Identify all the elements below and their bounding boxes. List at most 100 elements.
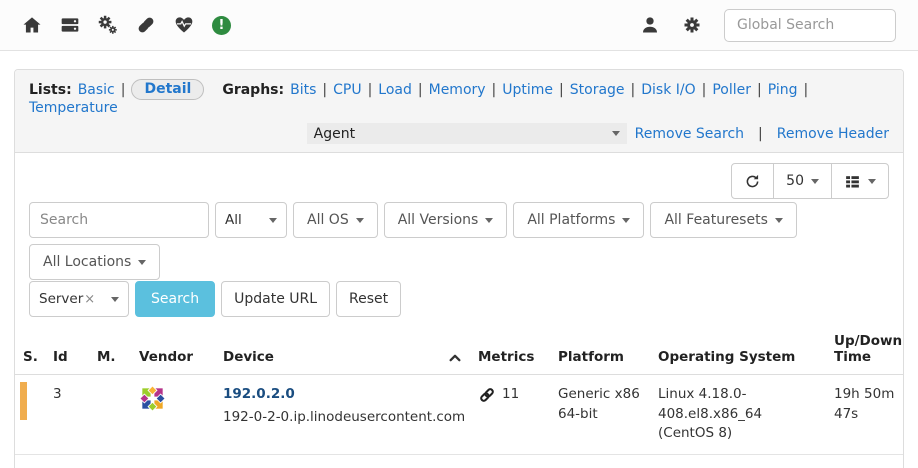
- col-updown[interactable]: Up/Down Time: [826, 329, 903, 375]
- page-size-value: 50: [786, 173, 804, 189]
- col-platform[interactable]: Platform: [550, 329, 650, 375]
- filter-all-featuresets-dropdown[interactable]: All Featuresets: [650, 202, 796, 238]
- filter-label: All Platforms: [527, 212, 615, 228]
- sort-ascending-icon: [448, 351, 462, 365]
- settings-gear-icon[interactable]: [682, 15, 702, 35]
- panel-header: Lists: Basic | Detail Graphs: Bits | CPU…: [15, 70, 903, 153]
- type-tag-label: Server: [39, 291, 83, 307]
- device-hostname: 192-0-2-0.ip.linodeusercontent.com: [223, 408, 462, 428]
- col-id[interactable]: Id: [45, 329, 89, 375]
- graph-link-bits[interactable]: Bits: [290, 82, 316, 98]
- chevron-down-icon: [612, 131, 620, 136]
- chevron-down-icon: [868, 179, 876, 184]
- graph-link-poller[interactable]: Poller: [712, 82, 751, 98]
- col-m[interactable]: M.: [89, 329, 131, 375]
- filter-row-1: All All OS All Versions All Platforms Al…: [29, 202, 889, 280]
- navbar-right: [640, 9, 896, 42]
- lists-label: Lists:: [29, 82, 72, 98]
- separator: |: [418, 82, 423, 98]
- filter-all-os-dropdown[interactable]: All OS: [293, 202, 378, 238]
- view-mode-dropdown[interactable]: [831, 163, 889, 199]
- device-link[interactable]: 192.0.2.0: [223, 386, 295, 402]
- separator: |: [492, 82, 497, 98]
- device-id-cell: 3: [45, 375, 89, 455]
- device-row[interactable]: 3: [15, 375, 903, 455]
- status-cell: [15, 375, 45, 455]
- chevron-down-icon: [356, 218, 364, 223]
- platform-cell: Generic x86 64-bit: [550, 375, 650, 455]
- centos-logo-icon: [139, 385, 166, 412]
- col-device[interactable]: Device: [215, 329, 470, 375]
- separator: |: [322, 82, 327, 98]
- graph-link-temperature[interactable]: Temperature: [29, 100, 118, 116]
- filter-all-platforms-dropdown[interactable]: All Platforms: [513, 202, 644, 238]
- metrics-cell: 11: [470, 375, 550, 455]
- filter-bar: All All OS All Versions All Platforms Al…: [15, 199, 903, 317]
- device-cell: 192.0.2.0 192-0-2-0.ip.linodeusercontent…: [215, 375, 470, 455]
- col-os[interactable]: Operating System: [650, 329, 826, 375]
- filter-all-versions-dropdown[interactable]: All Versions: [384, 202, 508, 238]
- list-basic-link[interactable]: Basic: [78, 82, 115, 98]
- global-search-input[interactable]: [724, 9, 896, 42]
- graph-link-cpu[interactable]: CPU: [333, 82, 361, 98]
- remove-header-link[interactable]: Remove Header: [777, 126, 889, 142]
- list-view-icon: [844, 173, 861, 190]
- os-cell: Linux 4.18.0-408.el8.x86_64 (CentOS 8): [650, 375, 826, 455]
- filter-label: All Featuresets: [664, 212, 767, 228]
- toolbar-button-group: 50: [731, 163, 889, 199]
- filter-label: All Locations: [43, 254, 131, 270]
- list-detail-active[interactable]: Detail: [131, 79, 204, 100]
- alerts-icon[interactable]: !: [212, 16, 231, 35]
- col-metrics[interactable]: Metrics: [470, 329, 550, 375]
- graph-link-memory[interactable]: Memory: [429, 82, 486, 98]
- search-button[interactable]: Search: [135, 281, 215, 317]
- chevron-down-icon: [775, 218, 783, 223]
- separator: |: [559, 82, 564, 98]
- graph-link-load[interactable]: Load: [378, 82, 412, 98]
- table-header-row: S. Id M. Vendor Device Metrics Platform …: [15, 329, 903, 375]
- filter-label: All Versions: [398, 212, 479, 228]
- graphs-label: Graphs:: [222, 82, 284, 98]
- pagination-row: « < 1 > » Showing 1 to 1 of 1 entries: [15, 455, 903, 468]
- user-icon[interactable]: [640, 15, 660, 35]
- vendor-cell: [131, 375, 215, 455]
- remove-search-link[interactable]: Remove Search: [635, 126, 744, 142]
- filter-row-2: Server× Search Update URL Reset: [29, 281, 889, 317]
- chevron-down-icon: [485, 218, 493, 223]
- chevron-down-icon: [111, 297, 119, 302]
- col-vendor[interactable]: Vendor: [131, 329, 215, 375]
- graph-link-uptime[interactable]: Uptime: [502, 82, 553, 98]
- separator: |: [702, 82, 707, 98]
- page-size-dropdown[interactable]: 50: [773, 163, 832, 199]
- agent-row: Agent Remove Search | Remove Header: [29, 123, 889, 144]
- chevron-down-icon: [811, 179, 819, 184]
- device-search-input[interactable]: [29, 202, 209, 238]
- remove-tag-icon[interactable]: ×: [84, 292, 95, 307]
- col-status[interactable]: S.: [15, 329, 45, 375]
- graph-link-ping[interactable]: Ping: [768, 82, 798, 98]
- device-type-select[interactable]: Server×: [29, 281, 129, 317]
- filter-all-locations-dropdown[interactable]: All Locations: [29, 244, 160, 280]
- agent-select-value: Agent: [314, 126, 355, 142]
- table-toolbar: 50: [15, 153, 903, 199]
- top-navbar: !: [0, 0, 918, 51]
- agent-select[interactable]: Agent: [307, 123, 627, 144]
- col-device-label: Device: [223, 349, 274, 365]
- apps-gears-icon[interactable]: [98, 15, 118, 35]
- chevron-down-icon: [269, 218, 277, 223]
- group-select[interactable]: All: [215, 202, 287, 238]
- home-icon[interactable]: [22, 15, 42, 35]
- type-tag: Server×: [39, 291, 102, 307]
- metrics-count[interactable]: 11: [502, 385, 519, 405]
- devices-table: S. Id M. Vendor Device Metrics Platform …: [15, 329, 903, 455]
- update-url-button[interactable]: Update URL: [221, 281, 330, 317]
- refresh-button[interactable]: [731, 163, 774, 199]
- links-chain-icon[interactable]: [136, 15, 156, 35]
- devices-icon[interactable]: [60, 15, 80, 35]
- link-icon: [478, 386, 496, 404]
- graph-link-storage[interactable]: Storage: [570, 82, 625, 98]
- health-heart-icon[interactable]: [174, 15, 194, 35]
- reset-button[interactable]: Reset: [336, 281, 401, 317]
- maintenance-cell: [89, 375, 131, 455]
- graph-link-diskio[interactable]: Disk I/O: [641, 82, 695, 98]
